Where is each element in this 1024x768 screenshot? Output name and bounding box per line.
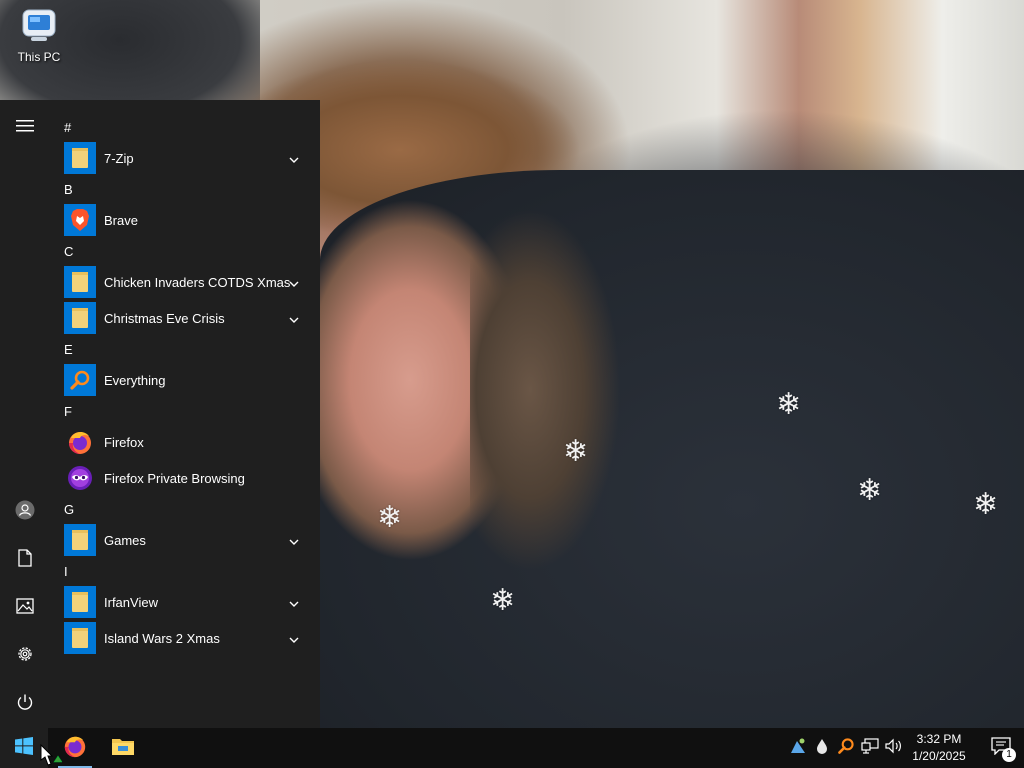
- firefox-icon: [64, 426, 96, 458]
- tray-volume-button[interactable]: [884, 738, 904, 758]
- app-label: Christmas Eve Crisis: [104, 310, 225, 326]
- app-label: Games: [104, 532, 146, 548]
- tray-network-button[interactable]: [860, 737, 880, 759]
- snowflake-icon: ❄: [490, 583, 516, 618]
- app-item-7zip[interactable]: 7-Zip: [50, 140, 320, 176]
- tray-drop-button[interactable]: [812, 738, 832, 758]
- app-label: Firefox Private Browsing: [104, 470, 245, 486]
- network-icon: [861, 737, 879, 759]
- tray-everything-button[interactable]: [836, 737, 856, 760]
- app-label: IrfanView: [104, 594, 158, 610]
- power-button[interactable]: [0, 684, 50, 724]
- app-item-christmas-eve-crisis[interactable]: Christmas Eve Crisis: [50, 300, 320, 336]
- app-item-irfanview[interactable]: IrfanView: [50, 584, 320, 620]
- mouse-cursor-icon: [40, 743, 63, 768]
- group-header-i[interactable]: I: [50, 558, 320, 584]
- app-item-games[interactable]: Games: [50, 522, 320, 558]
- folder-icon: [64, 302, 96, 334]
- clock-time: 3:32 PM: [916, 732, 962, 746]
- group-header-f[interactable]: F: [50, 398, 320, 424]
- taskbar-file-explorer-button[interactable]: [100, 728, 146, 768]
- app-list: # 7-Zip B Brave C Chicken Invaders COTDS…: [50, 114, 320, 656]
- tray-app-icon: [789, 737, 807, 760]
- app-item-brave[interactable]: Brave: [50, 202, 320, 238]
- app-label: Chicken Invaders COTDS Xmas: [104, 274, 291, 290]
- app-label: Island Wars 2 Xmas: [104, 630, 220, 646]
- app-item-firefox-private[interactable]: Firefox Private Browsing: [50, 460, 320, 496]
- app-item-island-wars[interactable]: Island Wars 2 Xmas: [50, 620, 320, 656]
- hamburger-icon: [16, 119, 34, 138]
- firefox-private-icon: [64, 462, 96, 494]
- hamburger-button[interactable]: [0, 108, 50, 148]
- chevron-down-icon[interactable]: [288, 151, 300, 169]
- user-account-button[interactable]: [0, 492, 50, 532]
- group-header-g[interactable]: G: [50, 496, 320, 522]
- user-icon: [15, 500, 35, 525]
- snowflake-icon: ❄: [776, 387, 802, 422]
- snowflake-icon: ❄: [857, 473, 883, 508]
- documents-button[interactable]: [0, 540, 50, 580]
- tray-app-button[interactable]: [788, 738, 808, 758]
- app-label: Brave: [104, 212, 138, 228]
- app-item-chicken-invaders[interactable]: Chicken Invaders COTDS Xmas: [50, 264, 320, 300]
- folder-icon: [64, 524, 96, 556]
- chevron-down-icon[interactable]: [288, 311, 300, 329]
- volume-icon: [885, 738, 903, 759]
- chevron-down-icon[interactable]: [288, 631, 300, 649]
- snowflake-icon: ❄: [563, 434, 589, 469]
- wallpaper-beard: [470, 200, 660, 580]
- water-drop-icon: [816, 738, 828, 759]
- folder-icon: [64, 266, 96, 298]
- group-header-c[interactable]: C: [50, 238, 320, 264]
- action-center-button[interactable]: 1: [978, 728, 1024, 768]
- start-menu: # 7-Zip B Brave C Chicken Invaders COTDS…: [0, 100, 320, 728]
- start-rail: [0, 100, 50, 728]
- app-label: Firefox: [104, 434, 144, 450]
- chevron-down-icon[interactable]: [288, 533, 300, 551]
- desktop-icon-label: This PC: [17, 50, 61, 64]
- this-pc-icon: [19, 6, 59, 46]
- document-icon: [17, 548, 33, 572]
- chevron-down-icon[interactable]: [288, 275, 300, 293]
- clock-date: 1/20/2025: [912, 749, 966, 763]
- app-item-firefox[interactable]: Firefox: [50, 424, 320, 460]
- group-header-hash[interactable]: #: [50, 114, 320, 140]
- brave-icon: [64, 204, 96, 236]
- group-header-b[interactable]: B: [50, 176, 320, 202]
- search-magnifier-icon: [837, 737, 855, 760]
- taskbar-clock[interactable]: 3:32 PM 1/20/2025: [904, 731, 974, 765]
- notification-count-badge: 1: [1002, 748, 1016, 762]
- snowflake-icon: ❄: [973, 487, 999, 522]
- group-header-e[interactable]: E: [50, 336, 320, 362]
- search-magnifier-icon: [64, 364, 96, 396]
- file-explorer-icon: [111, 736, 135, 761]
- chevron-down-icon[interactable]: [288, 595, 300, 613]
- taskbar: 3:32 PM 1/20/2025 1: [0, 728, 1024, 768]
- gear-icon: [16, 645, 34, 668]
- folder-icon: [64, 142, 96, 174]
- app-label: 7-Zip: [104, 150, 134, 166]
- pictures-icon: [16, 597, 34, 619]
- pictures-button[interactable]: [0, 588, 50, 628]
- windows-logo-icon: [15, 736, 33, 760]
- firefox-icon: [62, 733, 88, 764]
- power-icon: [16, 693, 34, 716]
- snowflake-icon: ❄: [377, 500, 403, 535]
- desktop-icon-this-pc[interactable]: This PC: [8, 4, 70, 64]
- settings-button[interactable]: [0, 636, 50, 676]
- folder-icon: [64, 622, 96, 654]
- folder-icon: [64, 586, 96, 618]
- app-item-everything[interactable]: Everything: [50, 362, 320, 398]
- app-label: Everything: [104, 372, 166, 388]
